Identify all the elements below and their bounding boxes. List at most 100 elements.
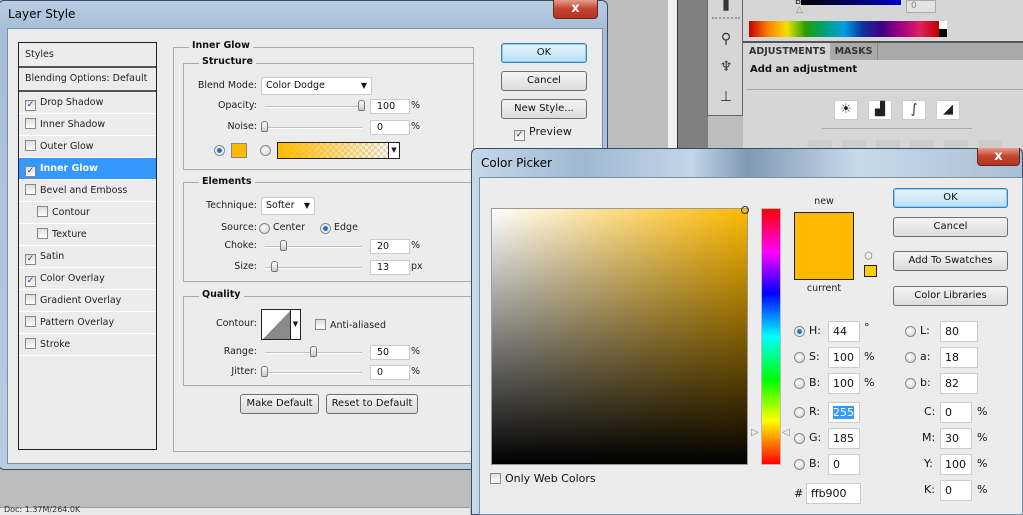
blue-input[interactable]: 0 [828, 454, 860, 475]
style-checkbox[interactable]: ✓ [25, 276, 36, 287]
brush-icon[interactable]: ▮ [716, 0, 736, 14]
close-button[interactable]: x [977, 148, 1020, 166]
hue-input[interactable]: 44 [828, 321, 860, 342]
jitter-input[interactable]: 0 [370, 365, 410, 380]
strip-grip[interactable] [712, 17, 740, 19]
style-item-inner-glow[interactable]: ✓ Inner Glow [19, 158, 156, 180]
size-slider-track[interactable] [265, 267, 362, 269]
anti-aliased-checkbox[interactable]: Anti-aliased [315, 318, 386, 331]
style-checkbox[interactable] [37, 206, 48, 217]
black-white-ramp[interactable] [939, 21, 947, 37]
noise-input[interactable]: 0 [370, 120, 410, 135]
curves-icon[interactable]: ∫ [902, 100, 926, 120]
style-item-pattern-overlay[interactable]: Pattern Overlay [19, 312, 156, 334]
style-item-gradient-overlay[interactable]: Gradient Overlay [19, 290, 156, 312]
choke-slider-thumb[interactable] [280, 240, 288, 251]
style-checkbox[interactable] [25, 184, 36, 195]
style-checkbox[interactable] [25, 118, 36, 129]
preview-checkbox[interactable]: ✓ Preview [514, 125, 572, 141]
color-field[interactable] [491, 208, 748, 465]
make-default-button[interactable]: Make Default [240, 394, 319, 414]
new-style-button[interactable]: New Style... [501, 99, 587, 119]
channel-value-field[interactable]: 0 [906, 0, 936, 13]
blue-radio[interactable] [794, 459, 805, 470]
opacity-input[interactable]: 100 [370, 99, 410, 114]
only-web-colors-check[interactable] [490, 473, 501, 484]
style-item-satin[interactable]: ✓ Satin [19, 246, 156, 268]
red-radio[interactable] [794, 407, 805, 418]
brightness-radio[interactable] [794, 378, 805, 389]
anti-aliased-check[interactable] [315, 319, 326, 330]
lab-b-input[interactable]: 82 [940, 373, 978, 394]
reset-default-button[interactable]: Reset to Default [326, 394, 418, 414]
cyan-input[interactable]: 0 [940, 402, 972, 423]
noise-slider-track[interactable] [265, 127, 362, 129]
black-input[interactable]: 0 [940, 480, 972, 501]
cancel-button[interactable]: Cancel [501, 71, 587, 91]
style-item-outer-glow[interactable]: Outer Glow [19, 136, 156, 158]
brightness-input[interactable]: 100 [828, 373, 860, 394]
jitter-slider-track[interactable] [265, 372, 362, 374]
style-checkbox[interactable]: ✓ [25, 166, 36, 177]
ok-button[interactable]: OK [893, 188, 1008, 208]
choke-input[interactable]: 20 [370, 239, 410, 254]
hue-slider-arrow-left[interactable]: ▷ [751, 427, 759, 438]
solid-color-radio[interactable] [214, 145, 225, 156]
technique-select[interactable]: Softer ▼ [261, 197, 315, 215]
tool-presets-icon[interactable]: ♆ [716, 58, 736, 76]
color-field-marker[interactable] [741, 206, 749, 214]
style-checkbox[interactable] [25, 316, 36, 327]
channel-slider-track[interactable] [801, 0, 901, 5]
channel-slider-thumb[interactable]: △ [796, 5, 803, 15]
gradient-picker[interactable]: ▼ [277, 142, 400, 159]
style-checkbox[interactable]: ✓ [25, 100, 36, 111]
add-to-swatches-button[interactable]: Add To Swatches [893, 251, 1008, 271]
color-libraries-button[interactable]: Color Libraries [893, 286, 1008, 306]
glow-color-swatch[interactable] [231, 143, 247, 158]
source-edge-radio[interactable] [320, 223, 331, 234]
brush-presets-icon[interactable]: ⚲ [716, 30, 736, 48]
size-slider-thumb[interactable] [270, 261, 278, 272]
yellow-input[interactable]: 100 [940, 454, 972, 475]
lab-b-radio[interactable] [905, 378, 916, 389]
clone-source-icon[interactable]: ⊥ [716, 88, 736, 106]
tab-adjustments[interactable]: ADJUSTMENTS [745, 43, 830, 60]
range-slider-thumb[interactable] [309, 346, 317, 357]
lab-a-radio[interactable] [905, 352, 916, 363]
web-safe-swatch[interactable] [864, 265, 877, 277]
levels-icon[interactable]: ▟ [868, 100, 892, 120]
chevron-down-icon[interactable]: ▼ [290, 310, 300, 339]
gradient-radio[interactable] [260, 145, 271, 156]
hue-slider-arrow-right[interactable]: ◁ [782, 427, 790, 438]
contour-picker[interactable]: ▼ [261, 309, 301, 340]
blending-options[interactable]: Blending Options: Default [19, 68, 156, 92]
source-center-radio[interactable] [259, 223, 270, 234]
green-radio[interactable] [794, 433, 805, 444]
exposure-icon[interactable]: ◢ [936, 100, 960, 120]
hex-input[interactable]: ffb900 [806, 483, 861, 504]
size-input[interactable]: 13 [370, 260, 410, 275]
magenta-input[interactable]: 30 [940, 428, 972, 449]
styles-header[interactable]: Styles [19, 43, 156, 68]
blend-mode-select[interactable]: Color Dodge ▼ [261, 77, 372, 95]
only-web-colors-checkbox[interactable]: Only Web Colors [490, 472, 596, 485]
hue-radio[interactable] [794, 326, 805, 337]
style-checkbox[interactable] [25, 294, 36, 305]
opacity-slider-thumb[interactable] [358, 100, 365, 111]
style-item-texture[interactable]: Texture [19, 224, 156, 246]
lab-a-input[interactable]: 18 [940, 347, 978, 368]
green-input[interactable]: 185 [828, 428, 860, 449]
style-item-color-overlay[interactable]: ✓ Color Overlay [19, 268, 156, 290]
chevron-down-icon[interactable]: ▼ [388, 143, 399, 158]
style-item-contour[interactable]: Contour [19, 202, 156, 224]
style-item-bevel-and-emboss[interactable]: Bevel and Emboss [19, 180, 156, 202]
brightness-contrast-icon[interactable]: ☀ [834, 100, 858, 120]
preview-check[interactable]: ✓ [514, 130, 525, 141]
cancel-button[interactable]: Cancel [893, 217, 1008, 237]
style-checkbox[interactable]: ✓ [25, 254, 36, 265]
web-safe-cube-icon[interactable]: ⬡ [864, 251, 873, 262]
color-spectrum-ramp[interactable] [749, 21, 939, 37]
range-input[interactable]: 50 [370, 345, 410, 360]
opacity-slider-track[interactable] [265, 106, 362, 108]
jitter-slider-thumb[interactable] [261, 366, 268, 377]
